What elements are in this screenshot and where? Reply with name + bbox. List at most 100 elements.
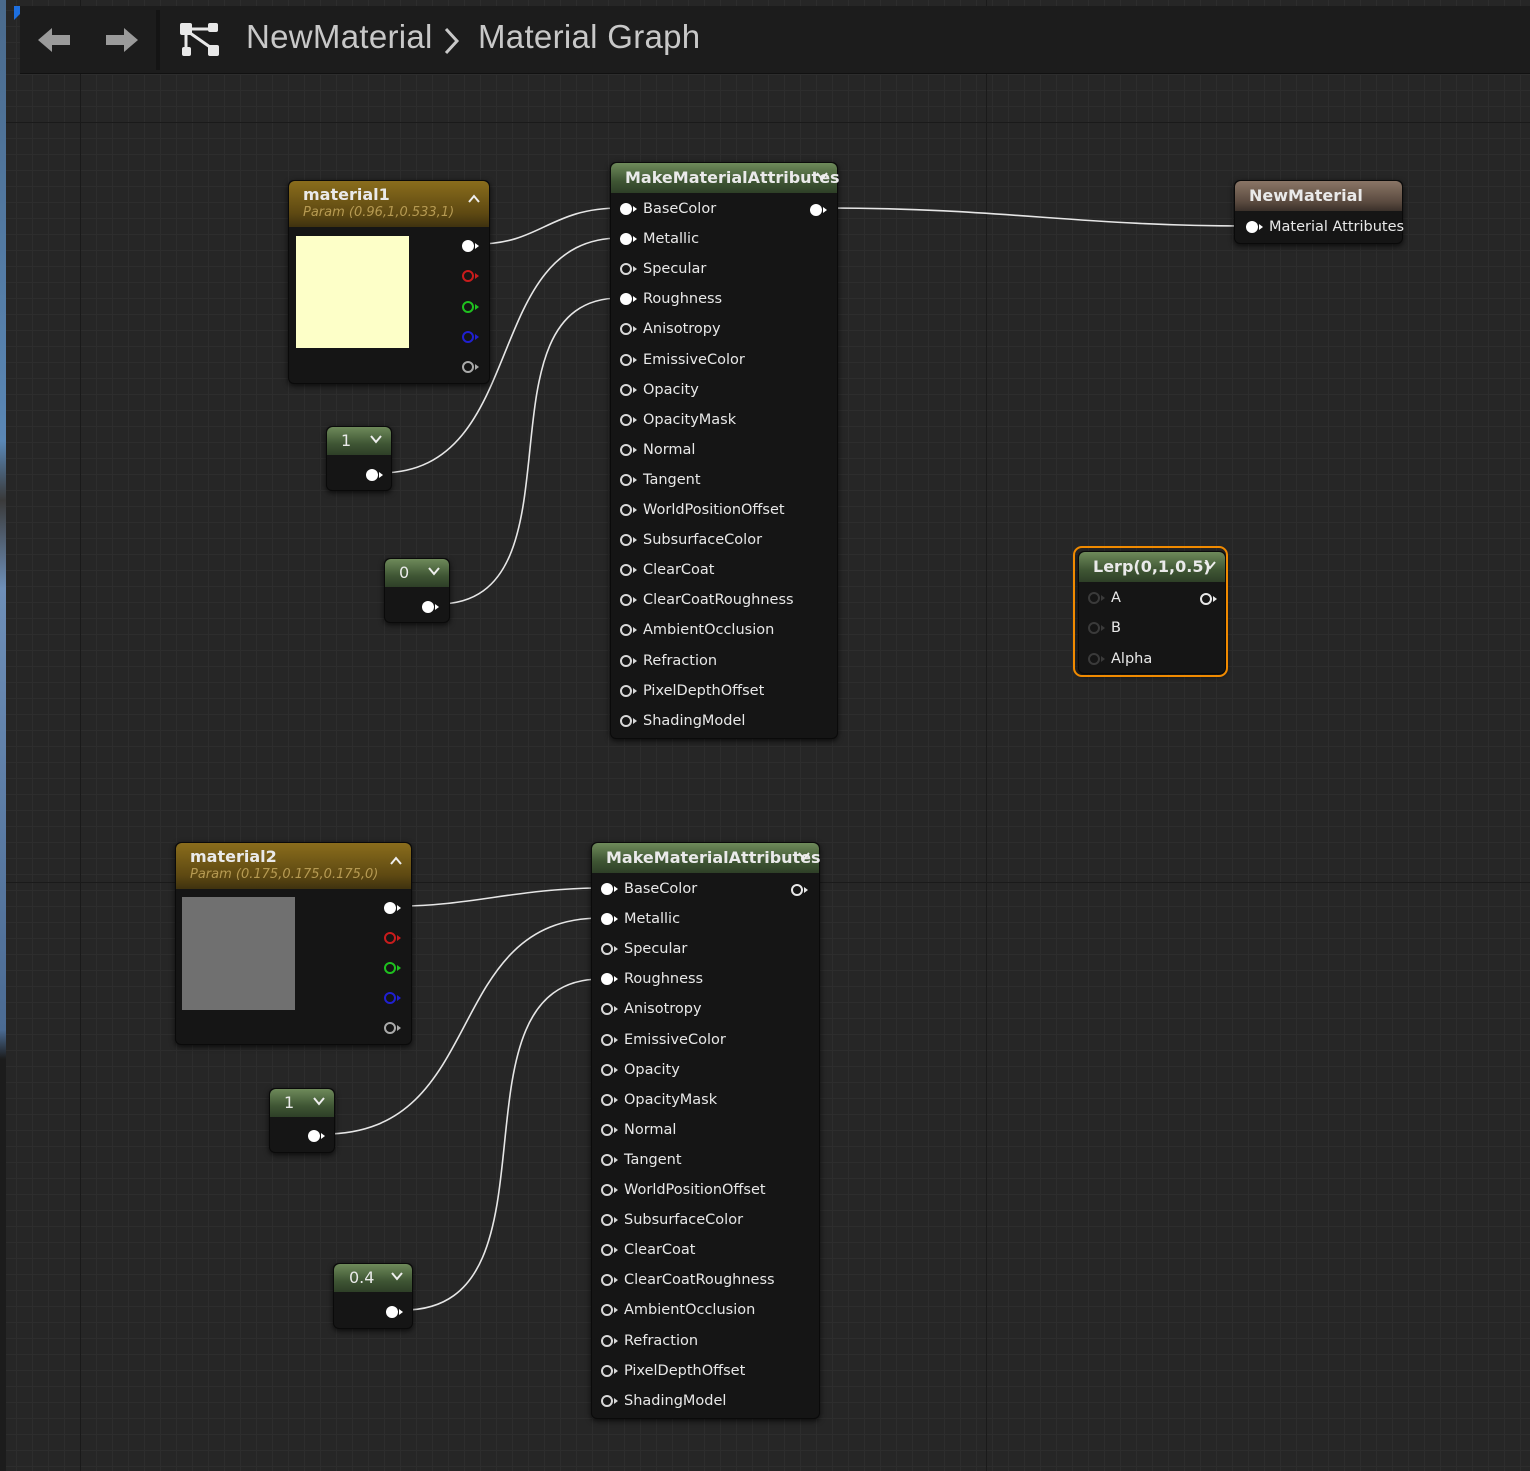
pin-empty-icon[interactable] [619,623,637,637]
material1-b-output-pin[interactable] [461,329,481,343]
pin-normal[interactable]: Normal [600,1115,676,1145]
pin-tangent[interactable]: Tangent [619,465,701,495]
pin-empty-icon[interactable] [619,593,637,607]
pin-empty-icon[interactable] [600,1123,618,1137]
pin-empty-icon[interactable] [600,1243,618,1257]
pin-empty-icon[interactable] [1087,591,1105,605]
pin-clearcoatroughness[interactable]: ClearCoatRoughness [600,1265,775,1295]
chevron-down-icon[interactable] [312,1089,326,1117]
pin-empty-icon[interactable] [600,1213,618,1227]
pin-opacitymask[interactable]: OpacityMask [600,1085,717,1115]
pin-connected-icon[interactable] [619,292,637,306]
make-material-attributes-node-2[interactable]: MakeMaterialAttributes BaseColor Metallic… [591,842,821,1419]
constant-output-pin[interactable] [385,1304,405,1318]
pin-empty-icon[interactable] [619,714,637,728]
lerp-node[interactable]: Lerp(0,1,0.5) A B Alpha [1078,551,1226,674]
material-attributes-input-pin[interactable]: Material Attributes [1245,212,1404,242]
pin-empty-icon[interactable] [619,473,637,487]
pin-empty-icon[interactable] [1087,621,1105,635]
pin-shadingmodel[interactable]: ShadingModel [619,706,745,736]
lerp-header[interactable]: Lerp(0,1,0.5) [1079,552,1225,582]
collapse-icon[interactable] [389,853,403,872]
pin-basecolor[interactable]: BaseColor [619,194,716,224]
pin-connected-icon[interactable] [600,972,618,986]
make-material-attributes-node-1[interactable]: MakeMaterialAttributes BaseColor Metallic… [610,162,840,739]
material1-r-output-pin[interactable] [461,268,481,282]
material1-param-node[interactable]: material1 Param (0.96,1,0.533,1) [288,180,490,384]
pin-opacity[interactable]: Opacity [619,375,699,405]
pin-clearcoat[interactable]: ClearCoat [619,555,715,585]
material-output-header[interactable]: NewMaterial [1235,181,1402,211]
pin-roughness[interactable]: Roughness [600,964,703,994]
material1-header[interactable]: material1 Param (0.96,1,0.533,1) [289,181,489,227]
constant-metallic-2-header[interactable]: 1 [270,1089,334,1117]
pin-worldpositionoffset[interactable]: WorldPositionOffset [619,495,785,525]
pin-empty-icon[interactable] [600,1273,618,1287]
pin-clearcoat[interactable]: ClearCoat [600,1235,696,1265]
material2-g-output-pin[interactable] [383,960,403,974]
pin-empty-icon[interactable] [600,1033,618,1047]
pin-empty-icon[interactable] [600,1334,618,1348]
pin-basecolor[interactable]: BaseColor [600,874,697,904]
constant-output-pin[interactable] [365,467,385,481]
pin-anisotropy[interactable]: Anisotropy [600,994,702,1024]
pin-worldpositionoffset[interactable]: WorldPositionOffset [600,1175,766,1205]
chevron-down-icon[interactable] [369,427,383,455]
constant-roughness-1-header[interactable]: 0 [385,559,449,587]
constant-value[interactable]: 0.4 [349,1268,374,1287]
pin-empty-icon[interactable] [619,262,637,276]
material-attributes-output-pin[interactable] [809,202,829,216]
pin-empty-icon[interactable] [600,942,618,956]
pin-subsurfacecolor[interactable]: SubsurfaceColor [600,1205,743,1235]
material1-rgb-output-pin[interactable] [461,238,481,252]
pin-metallic[interactable]: Metallic [619,224,699,254]
pin-empty-icon[interactable] [600,1153,618,1167]
material2-a-output-pin[interactable] [383,1020,403,1034]
pin-anisotropy[interactable]: Anisotropy [619,314,721,344]
pin-empty-icon[interactable] [600,1093,618,1107]
pin-empty-icon[interactable] [600,1394,618,1408]
pin-tangent[interactable]: Tangent [600,1145,682,1175]
material1-g-output-pin[interactable] [461,299,481,313]
pin-empty-icon[interactable] [619,563,637,577]
pin-empty-icon[interactable] [619,443,637,457]
pin-shadingmodel[interactable]: ShadingModel [600,1386,726,1416]
pin-clearcoatroughness[interactable]: ClearCoatRoughness [619,585,794,615]
pin-emissivecolor[interactable]: EmissiveColor [619,345,745,375]
pin-roughness[interactable]: Roughness [619,284,722,314]
constant-roughness-2-node[interactable]: 0.4 [333,1263,413,1329]
pin-empty-icon[interactable] [619,353,637,367]
pin-ambientocclusion[interactable]: AmbientOcclusion [600,1295,755,1325]
make-material-attributes-header-1[interactable]: MakeMaterialAttributes [611,163,840,193]
lerp-pin-a[interactable]: A [1087,583,1121,613]
chevron-down-icon[interactable] [390,1264,404,1292]
chevron-down-icon[interactable] [797,843,811,873]
chevron-down-icon[interactable] [427,559,441,587]
make-material-attributes-header-2[interactable]: MakeMaterialAttributes [592,843,821,873]
constant-roughness-2-header[interactable]: 0.4 [334,1264,412,1292]
lerp-pin-b[interactable]: B [1087,613,1121,643]
pin-specular[interactable]: Specular [600,934,687,964]
pin-subsurfacecolor[interactable]: SubsurfaceColor [619,525,762,555]
pin-empty-icon[interactable] [600,1303,618,1317]
lerp-pin-alpha[interactable]: Alpha [1087,644,1152,674]
constant-metallic-2-node[interactable]: 1 [269,1088,335,1153]
pin-empty-icon[interactable] [619,503,637,517]
pin-opacitymask[interactable]: OpacityMask [619,405,736,435]
pin-empty-icon[interactable] [619,322,637,336]
constant-value[interactable]: 1 [284,1093,294,1112]
pin-connected-icon[interactable] [600,912,618,926]
pin-empty-icon[interactable] [619,533,637,547]
pin-connected-icon[interactable] [619,232,637,246]
pin-empty-icon[interactable] [619,413,637,427]
pin-empty-icon[interactable] [619,684,637,698]
chevron-down-icon[interactable] [815,163,829,193]
constant-metallic-1-header[interactable]: 1 [327,427,391,455]
pin-empty-icon[interactable] [600,1063,618,1077]
constant-value[interactable]: 0 [399,563,409,582]
chevron-down-icon[interactable] [1203,552,1217,582]
constant-roughness-1-node[interactable]: 0 [384,558,450,623]
pin-normal[interactable]: Normal [619,435,695,465]
material2-b-output-pin[interactable] [383,990,403,1004]
constant-value[interactable]: 1 [341,431,351,450]
